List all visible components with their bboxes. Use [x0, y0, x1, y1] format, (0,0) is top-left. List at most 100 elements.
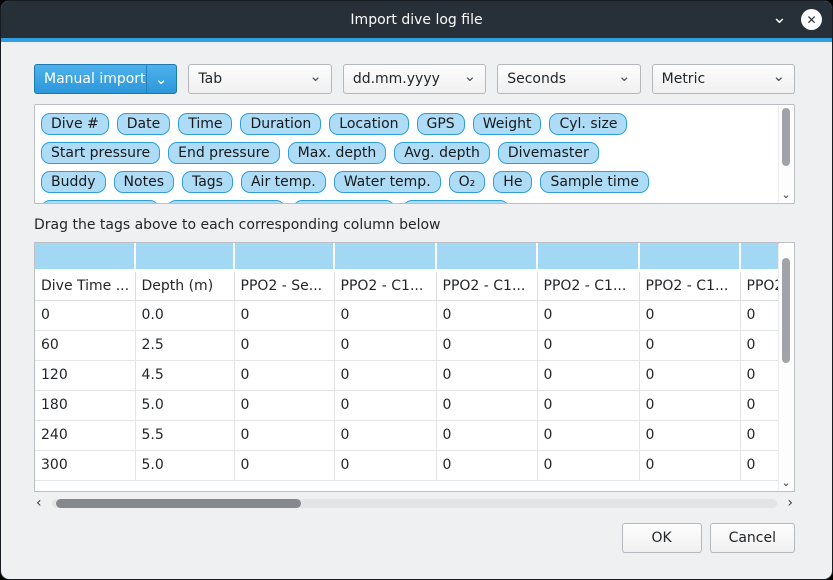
table-viewport: Dive Time ... Depth (m) PPO2 - Se... PPO… — [35, 243, 779, 491]
scroll-down-icon[interactable]: ⌄ — [779, 188, 793, 201]
horizontal-scrollbar-track[interactable] — [52, 499, 777, 508]
tag-sample-temp[interactable]: Sample temp. — [167, 200, 285, 204]
cell: 4.5 — [135, 360, 234, 390]
tag-location[interactable]: Location — [329, 113, 408, 135]
cancel-button[interactable]: Cancel — [710, 523, 795, 553]
import-mode-select[interactable]: Manual import ⌄ — [34, 64, 177, 94]
chevron-down-icon[interactable]: ⌄ — [772, 11, 787, 25]
cell: 0 — [740, 330, 779, 360]
tag-notes[interactable]: Notes — [114, 171, 174, 193]
duration-format-select[interactable]: Seconds ⌄ — [497, 64, 640, 94]
tags-list: Dive # Date Time Duration Location GPS W… — [35, 105, 794, 204]
tags-scrollbar-thumb[interactable] — [782, 108, 790, 166]
tag-divemaster[interactable]: Divemaster — [498, 142, 599, 164]
cell: 0 — [436, 300, 537, 330]
tag-sample-time[interactable]: Sample time — [540, 171, 649, 193]
column-header: PPO2 - Se... — [234, 270, 334, 300]
tag-sample-depth[interactable]: Sample depth — [41, 200, 159, 204]
cell: 0 — [740, 420, 779, 450]
scroll-left-icon[interactable]: ‹ — [36, 496, 42, 510]
chevron-down-icon: ⌄ — [309, 71, 322, 81]
tags-panel: Dive # Date Time Duration Location GPS W… — [34, 104, 795, 204]
cell: 0 — [740, 390, 779, 420]
chevron-down-icon: ⌄ — [146, 65, 168, 93]
column-drop-target[interactable] — [537, 243, 639, 270]
cell: 0 — [234, 450, 334, 480]
tag-he[interactable]: He — [493, 171, 532, 193]
cell: 0 — [334, 390, 436, 420]
scroll-right-icon[interactable]: › — [787, 496, 793, 510]
scroll-down-icon[interactable]: ⌄ — [779, 476, 793, 489]
window-title: Import dive log file — [350, 12, 482, 28]
column-drop-target[interactable] — [234, 243, 334, 270]
column-drop-target[interactable] — [35, 243, 135, 270]
field-separator-select[interactable]: Tab ⌄ — [188, 64, 331, 94]
table-scrollbar-thumb[interactable] — [782, 258, 790, 363]
close-icon: ✕ — [806, 13, 816, 27]
table-row: 180 5.0 0 0 0 0 0 0 — [35, 390, 779, 420]
close-button[interactable]: ✕ — [801, 9, 822, 30]
tag-gps[interactable]: GPS — [417, 113, 465, 135]
column-drop-target[interactable] — [334, 243, 436, 270]
tag-end-pressure[interactable]: End pressure — [168, 142, 280, 164]
cell: 0 — [234, 360, 334, 390]
tag-o2[interactable]: O₂ — [449, 171, 486, 193]
horizontal-scrollbar-thumb[interactable] — [56, 499, 301, 508]
tag-tags[interactable]: Tags — [182, 171, 233, 193]
units-select[interactable]: Metric ⌄ — [652, 64, 795, 94]
cell: 0 — [436, 390, 537, 420]
tag-row: Buddy Notes Tags Air temp. Water temp. O… — [41, 171, 770, 193]
ok-button[interactable]: OK — [622, 523, 702, 553]
column-header: PPO2 - C1... — [436, 270, 537, 300]
tag-max-depth[interactable]: Max. depth — [288, 142, 387, 164]
drop-target-row — [35, 243, 779, 270]
tag-start-pressure[interactable]: Start pressure — [41, 142, 160, 164]
horizontal-scrollbar[interactable]: ‹ › — [34, 496, 795, 512]
table-row: 0 0.0 0 0 0 0 0 0 — [35, 300, 779, 330]
column-drop-target[interactable] — [639, 243, 740, 270]
tag-sample-po2[interactable]: Sample pO₂ — [293, 200, 395, 204]
tag-air-temp[interactable]: Air temp. — [241, 171, 326, 193]
tag-time[interactable]: Time — [178, 113, 232, 135]
cell: 0 — [334, 330, 436, 360]
tag-duration[interactable]: Duration — [240, 113, 321, 135]
duration-format-value: Seconds — [507, 71, 618, 87]
preview-table-panel: Dive Time ... Depth (m) PPO2 - Se... PPO… — [34, 242, 795, 492]
tag-water-temp[interactable]: Water temp. — [334, 171, 441, 193]
cell: 0 — [537, 330, 639, 360]
cell: 0 — [334, 300, 436, 330]
cell: 0 — [537, 390, 639, 420]
column-drop-target[interactable] — [740, 243, 779, 270]
cell: 0 — [234, 420, 334, 450]
column-drop-target[interactable] — [436, 243, 537, 270]
date-format-value: dd.mm.yyyy — [353, 71, 464, 87]
tag-cyl-size[interactable]: Cyl. size — [549, 113, 627, 135]
table-row: 300 5.0 0 0 0 0 0 0 — [35, 450, 779, 480]
cell: 0 — [436, 360, 537, 390]
cell: 0 — [334, 360, 436, 390]
column-header: Dive Time ... — [35, 270, 135, 300]
cell: 0 — [639, 390, 740, 420]
tags-scrollbar[interactable]: ⌄ — [778, 106, 793, 202]
cell: 180 — [35, 390, 135, 420]
cell: 0 — [639, 330, 740, 360]
table-scrollbar[interactable]: ⌄ — [778, 244, 793, 490]
column-header: PPO2 — [740, 270, 779, 300]
cell: 5.0 — [135, 390, 234, 420]
chevron-down-icon: ⌄ — [618, 71, 631, 81]
cell: 0 — [436, 420, 537, 450]
tag-avg-depth[interactable]: Avg. depth — [394, 142, 490, 164]
cell: 0 — [537, 360, 639, 390]
tag-date[interactable]: Date — [117, 113, 170, 135]
tag-weight[interactable]: Weight — [473, 113, 542, 135]
tag-buddy[interactable]: Buddy — [41, 171, 106, 193]
column-drop-target[interactable] — [135, 243, 234, 270]
date-format-select[interactable]: dd.mm.yyyy ⌄ — [343, 64, 486, 94]
tag-dive-number[interactable]: Dive # — [41, 113, 109, 135]
column-header: PPO2 - C1... — [537, 270, 639, 300]
units-value: Metric — [662, 71, 773, 87]
cell: 0 — [234, 300, 334, 330]
cell: 0 — [639, 360, 740, 390]
tag-sample-cns[interactable]: Sample CNS — [403, 200, 509, 204]
cell: 240 — [35, 420, 135, 450]
